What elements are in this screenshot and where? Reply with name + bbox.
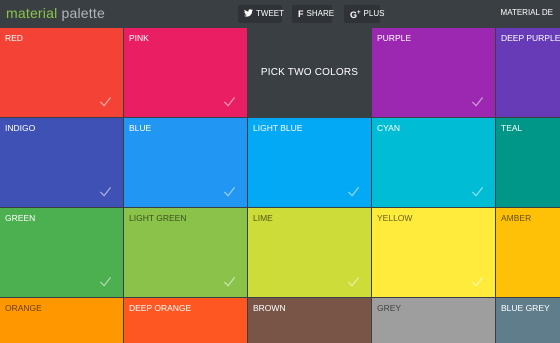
checkmark-icon	[223, 185, 236, 198]
color-label: DEEP ORANGE	[129, 303, 192, 313]
color-tile-lime[interactable]: LIME	[248, 208, 371, 297]
tweet-label: TWEET	[256, 9, 284, 18]
color-label: CYAN	[377, 123, 400, 133]
plus-label: PLUS	[363, 9, 385, 18]
color-label: BLUE	[129, 123, 152, 133]
checkmark-icon	[99, 185, 112, 198]
color-label: INDIGO	[5, 123, 36, 133]
color-tile-amber[interactable]: AMBER	[496, 208, 560, 297]
google-plus-icon: g+	[350, 10, 361, 20]
brand-main: material	[6, 5, 58, 21]
color-tile-blue-grey[interactable]: BLUE GREY	[496, 298, 560, 343]
color-label: GREEN	[5, 213, 36, 223]
pick-two-colors-panel: PICK TWO COLORS	[248, 28, 371, 117]
color-tile-pink[interactable]: PINK	[124, 28, 247, 117]
color-tile-light-blue[interactable]: LIGHT BLUE	[248, 118, 371, 207]
color-label: YELLOW	[377, 213, 413, 223]
checkmark-icon	[471, 95, 484, 108]
color-label: LIME	[253, 213, 273, 223]
checkmark-icon	[223, 275, 236, 288]
pick-prompt: PICK TWO COLORS	[260, 67, 359, 78]
color-label: LIGHT BLUE	[253, 123, 303, 133]
checkmark-icon	[471, 275, 484, 288]
checkmark-icon	[99, 95, 112, 108]
color-tile-yellow[interactable]: YELLOW	[372, 208, 495, 297]
color-label: TEAL	[501, 123, 523, 133]
color-tile-red[interactable]: RED	[0, 28, 123, 117]
color-label: DEEP PURPLE	[501, 33, 560, 43]
color-label: RED	[5, 33, 23, 43]
share-button[interactable]: f SHARE	[292, 5, 335, 23]
brand-sub: palette	[61, 5, 105, 21]
brand-logo[interactable]: material palette	[6, 5, 105, 21]
color-tile-cyan[interactable]: CYAN	[372, 118, 495, 207]
color-tile-grey[interactable]: GREY	[372, 298, 495, 343]
checkmark-icon	[223, 95, 236, 108]
checkmark-icon	[471, 185, 484, 198]
color-label: BLUE GREY	[501, 303, 550, 313]
checkmark-icon	[347, 185, 360, 198]
checkmark-icon	[347, 275, 360, 288]
color-tile-indigo[interactable]: INDIGO	[0, 118, 123, 207]
color-grid: RED PINK PICK TWO COLORS PURPLE DEEP PUR…	[0, 28, 560, 343]
tweet-button[interactable]: TWEET	[238, 5, 284, 23]
color-label: GREY	[377, 303, 402, 313]
color-tile-green[interactable]: GREEN	[0, 208, 123, 297]
color-tile-purple[interactable]: PURPLE	[372, 28, 495, 117]
color-tile-deep-purple[interactable]: DEEP PURPLE	[496, 28, 560, 117]
color-tile-light-green[interactable]: LIGHT GREEN	[124, 208, 247, 297]
color-label: ORANGE	[5, 303, 42, 313]
top-bar: material palette TWEET f SHARE g+ PLUS M…	[0, 0, 560, 28]
checkmark-icon	[99, 275, 112, 288]
color-tile-blue[interactable]: BLUE	[124, 118, 247, 207]
plus-button[interactable]: g+ PLUS	[344, 5, 384, 23]
color-tile-teal[interactable]: TEAL	[496, 118, 560, 207]
color-label: PINK	[129, 33, 149, 43]
material-design-link[interactable]: MATERIAL DE	[501, 8, 553, 17]
color-tile-orange[interactable]: ORANGE	[0, 298, 123, 343]
share-label: SHARE	[306, 9, 335, 18]
color-label: BROWN	[253, 303, 286, 313]
color-label: LIGHT GREEN	[129, 213, 187, 223]
facebook-icon: f	[298, 9, 304, 19]
color-tile-brown[interactable]: BROWN	[248, 298, 371, 343]
twitter-icon	[244, 5, 253, 23]
color-label: PURPLE	[377, 33, 412, 43]
color-tile-deep-orange[interactable]: DEEP ORANGE	[124, 298, 247, 343]
color-label: AMBER	[501, 213, 532, 223]
